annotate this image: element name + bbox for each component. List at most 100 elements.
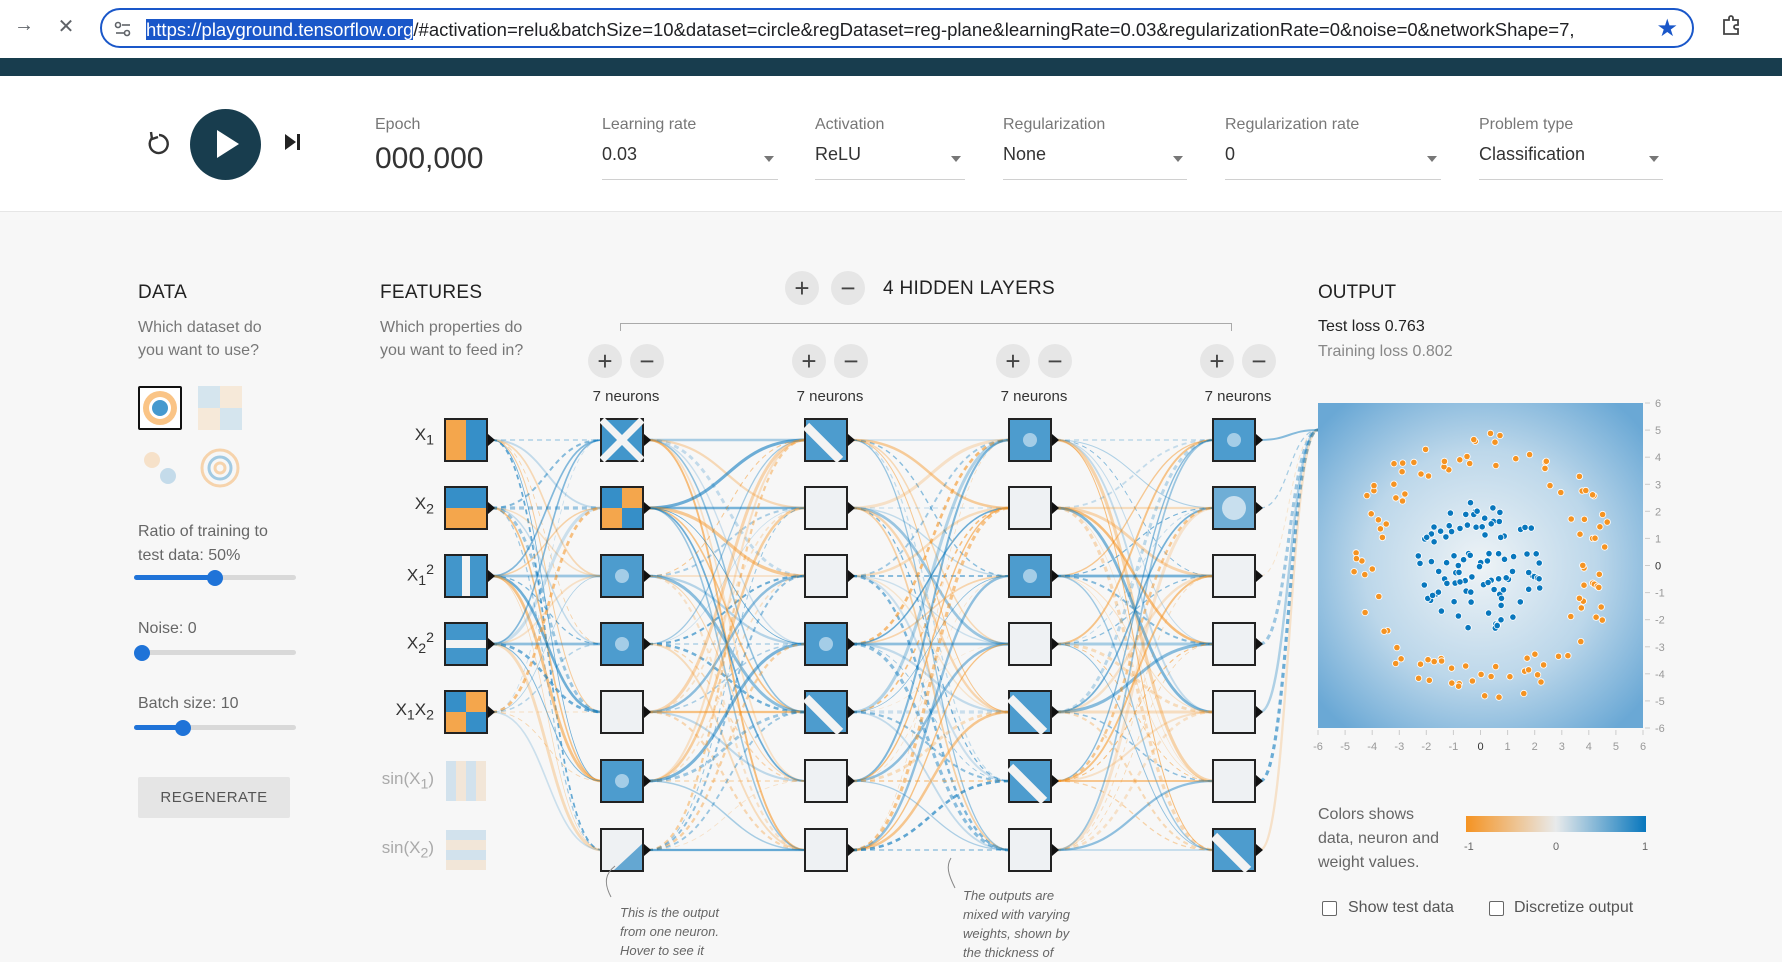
data-point-positive bbox=[1427, 557, 1436, 566]
data-point-negative bbox=[1523, 654, 1531, 662]
data-point-positive bbox=[1499, 586, 1508, 594]
data-point-negative bbox=[1440, 457, 1449, 465]
data-point-negative bbox=[1603, 518, 1611, 526]
data-point-positive bbox=[1437, 527, 1445, 535]
data-point-negative bbox=[1567, 515, 1575, 523]
data-point-negative bbox=[1367, 510, 1375, 518]
node-arrow bbox=[848, 775, 855, 787]
data-point-negative bbox=[1392, 659, 1400, 668]
data-point-positive bbox=[1435, 567, 1443, 576]
data-point-negative bbox=[1398, 497, 1407, 505]
data-point-negative bbox=[1531, 650, 1539, 658]
node-heatmap bbox=[446, 830, 486, 870]
node-heatmap bbox=[802, 692, 846, 736]
data-point-negative bbox=[1424, 656, 1432, 664]
node-heatmap bbox=[806, 556, 846, 596]
node-arrow bbox=[644, 844, 651, 856]
discretize-output-label[interactable]: Discretize output bbox=[1514, 899, 1633, 917]
heat-stripe bbox=[446, 761, 456, 801]
neuron-note-line2: from one neuron. bbox=[620, 924, 720, 939]
data-point-negative bbox=[1393, 643, 1401, 652]
data-point-positive bbox=[1508, 567, 1517, 576]
data-point-negative bbox=[1425, 676, 1433, 684]
data-point-positive bbox=[1495, 575, 1503, 583]
data-point-negative bbox=[1398, 468, 1406, 476]
node-arrow bbox=[1256, 844, 1263, 856]
heat-band bbox=[462, 556, 470, 596]
node-arrow bbox=[1052, 775, 1059, 787]
data-point-negative bbox=[1370, 481, 1378, 490]
x-axis-tick: -4 bbox=[1367, 741, 1377, 753]
neuron-note-line3: Hover to see it bbox=[620, 943, 704, 958]
heat-neg bbox=[446, 420, 466, 460]
node-heatmap bbox=[1006, 692, 1050, 736]
x-axis-tick: 6 bbox=[1640, 741, 1646, 753]
data-point-negative bbox=[1512, 455, 1520, 463]
data-point-negative bbox=[1477, 670, 1485, 679]
node-heatmap bbox=[446, 556, 486, 596]
x-axis-tick: 3 bbox=[1559, 741, 1565, 753]
node-heatmap bbox=[1214, 420, 1254, 460]
feature-node bbox=[446, 830, 486, 870]
data-point-negative bbox=[1382, 520, 1390, 528]
data-point-positive bbox=[1443, 559, 1451, 567]
x-axis-tick: 2 bbox=[1532, 741, 1538, 753]
node-bg bbox=[1010, 624, 1050, 664]
discretize-output-checkbox[interactable] bbox=[1489, 901, 1504, 916]
data-point-positive bbox=[1481, 531, 1489, 539]
data-point-positive bbox=[1430, 538, 1438, 546]
data-point-negative bbox=[1601, 543, 1609, 551]
data-point-positive bbox=[1532, 550, 1540, 558]
data-point-positive bbox=[1516, 598, 1524, 606]
test-loss: Test loss 0.763 bbox=[1318, 318, 1425, 335]
data-point-negative bbox=[1487, 672, 1495, 681]
heat-center bbox=[615, 637, 629, 651]
node-arrow bbox=[1052, 570, 1059, 582]
show-test-data-label[interactable]: Show test data bbox=[1348, 899, 1454, 917]
heat-pos bbox=[466, 420, 486, 460]
feature-node bbox=[444, 418, 495, 462]
heat-stripe bbox=[476, 761, 486, 801]
node-heatmap bbox=[602, 830, 642, 870]
data-point-negative bbox=[1481, 692, 1489, 700]
data-point-negative bbox=[1380, 627, 1388, 635]
node-arrow bbox=[644, 434, 651, 446]
data-point-negative bbox=[1525, 666, 1533, 674]
weight-link bbox=[491, 643, 603, 782]
data-point-positive bbox=[1442, 533, 1450, 541]
hidden-neuron bbox=[802, 418, 855, 464]
color-legend-bar bbox=[1466, 816, 1646, 832]
weight-link bbox=[647, 438, 807, 852]
show-test-data-checkbox[interactable] bbox=[1322, 901, 1337, 916]
hidden-neuron bbox=[1212, 622, 1263, 666]
node-heatmap bbox=[1010, 624, 1050, 664]
node-heatmap bbox=[602, 692, 642, 732]
hidden-neuron bbox=[1008, 828, 1059, 872]
training-loss: Training loss 0.802 bbox=[1318, 343, 1453, 360]
heat-band bbox=[446, 640, 486, 648]
data-point-positive bbox=[1423, 533, 1431, 541]
node-heatmap bbox=[599, 417, 645, 463]
node-arrow bbox=[488, 706, 495, 718]
data-point-negative bbox=[1448, 664, 1456, 672]
data-point-positive bbox=[1414, 552, 1422, 560]
node-arrow bbox=[488, 502, 495, 514]
data-point-negative bbox=[1430, 657, 1438, 666]
node-heatmap bbox=[1214, 556, 1254, 596]
node-arrow bbox=[644, 638, 651, 650]
data-point-negative bbox=[1390, 480, 1398, 488]
data-point-positive bbox=[1434, 588, 1443, 596]
node-heatmap bbox=[602, 761, 642, 801]
data-point-positive bbox=[1454, 561, 1462, 570]
data-point-negative bbox=[1422, 445, 1430, 453]
data-point-negative bbox=[1361, 608, 1369, 617]
node-arrow bbox=[644, 775, 651, 787]
data-point-positive bbox=[1509, 613, 1517, 621]
hidden-neuron bbox=[1006, 690, 1059, 736]
data-point-positive bbox=[1495, 550, 1503, 558]
data-point-positive bbox=[1523, 550, 1531, 558]
data-point-positive bbox=[1493, 621, 1501, 630]
data-point-positive bbox=[1456, 578, 1464, 586]
x-axis-tick: -5 bbox=[1340, 741, 1350, 753]
data-point-negative bbox=[1541, 464, 1549, 472]
